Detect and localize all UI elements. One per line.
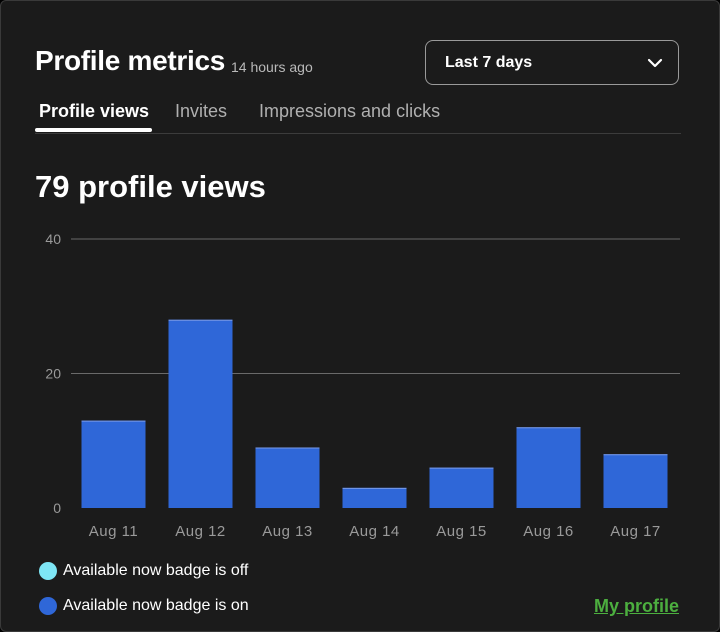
x-tick-label: Aug 14 xyxy=(349,523,400,540)
date-range-value: Last 7 days xyxy=(445,54,533,71)
y-tick-label: 0 xyxy=(53,500,61,516)
legend-swatch-badge-off xyxy=(39,562,57,580)
tab-invites[interactable]: Invites xyxy=(175,101,227,122)
bar xyxy=(429,467,494,508)
bar xyxy=(255,447,320,508)
bar xyxy=(81,420,146,508)
updated-timestamp: 14 hours ago xyxy=(231,59,313,75)
legend-label-badge-off: Available now badge is off xyxy=(63,562,249,579)
tab-impressions-and-clicks[interactable]: Impressions and clicks xyxy=(259,101,440,122)
profile-metrics-card: Profile metrics 14 hours ago Last 7 days… xyxy=(0,0,720,632)
bar xyxy=(168,319,233,508)
active-tab-indicator xyxy=(35,128,152,132)
metrics-tabs: Profile views Invites Impressions and cl… xyxy=(35,97,681,134)
profile-views-bar-chart: 0 20 40 Aug 11 Aug 12 Aug 13 Aug 14 Aug 15 Aug 1… xyxy=(45,231,680,540)
x-tick-label: Aug 11 xyxy=(89,523,138,540)
x-tick-label: Aug 12 xyxy=(175,523,226,540)
x-tick-label: Aug 16 xyxy=(523,523,574,540)
y-tick-label: 20 xyxy=(45,366,61,382)
page-title: Profile metrics xyxy=(35,45,226,76)
profile-views-count: 79 profile views xyxy=(35,169,266,204)
bar xyxy=(603,454,668,508)
bar xyxy=(516,427,581,508)
legend-item-badge-on: Available now badge is on xyxy=(39,597,249,615)
tab-profile-views[interactable]: Profile views xyxy=(39,101,149,122)
y-tick-label: 40 xyxy=(45,231,61,247)
x-tick-label: Aug 13 xyxy=(262,523,313,540)
legend-label-badge-on: Available now badge is on xyxy=(63,597,249,614)
legend-item-badge-off: Available now badge is off xyxy=(39,562,248,580)
chevron-down-icon xyxy=(647,58,663,68)
legend-swatch-badge-on xyxy=(39,597,57,615)
bar xyxy=(342,487,407,508)
my-profile-link[interactable]: My profile xyxy=(594,596,679,617)
x-tick-label: Aug 17 xyxy=(610,523,661,540)
date-range-dropdown[interactable]: Last 7 days xyxy=(425,40,679,85)
x-tick-label: Aug 15 xyxy=(436,523,487,540)
